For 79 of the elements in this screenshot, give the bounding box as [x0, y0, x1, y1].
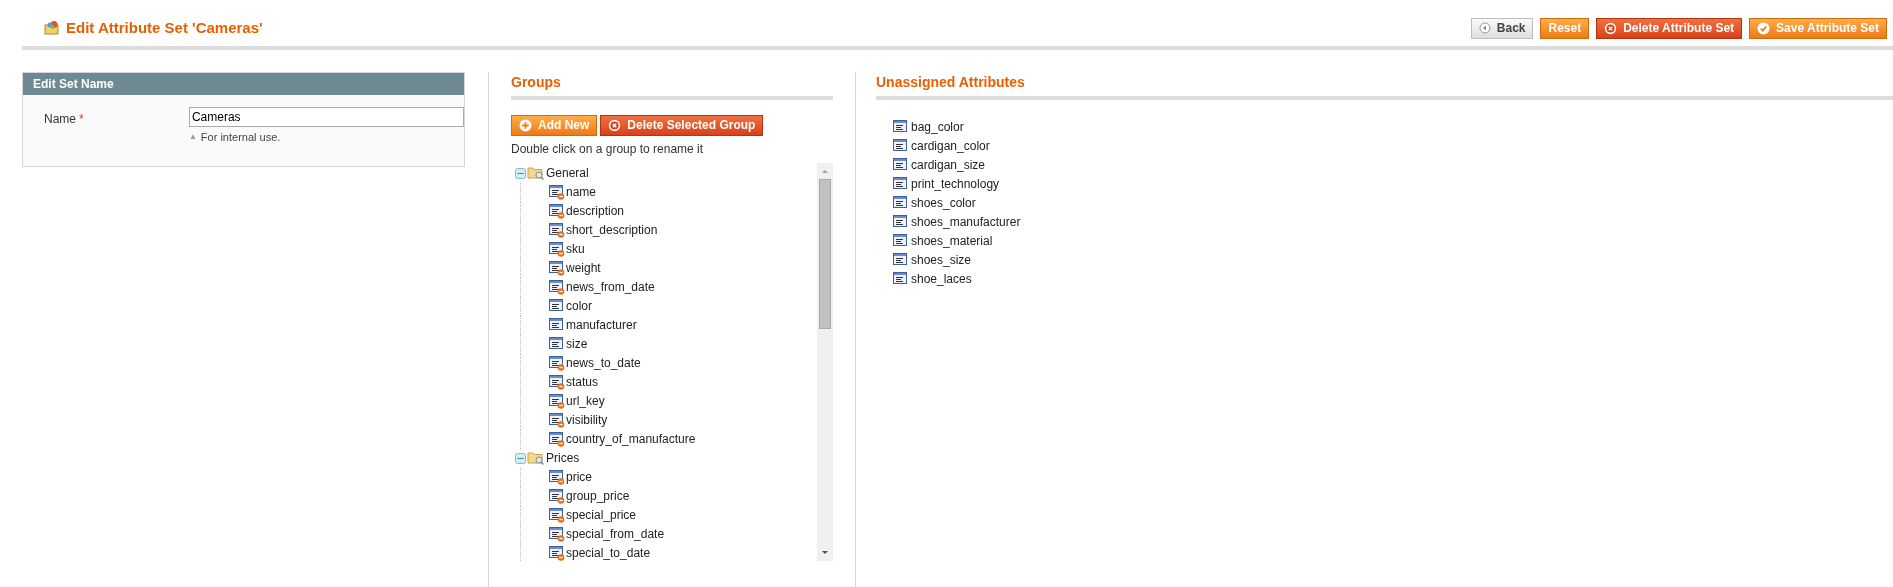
locked-attribute-icon [549, 545, 565, 561]
unassigned-attribute[interactable]: shoes_manufacturer [893, 212, 1893, 232]
back-button[interactable]: Back [1470, 17, 1534, 39]
folder-icon [527, 165, 545, 181]
plus-icon [519, 118, 532, 132]
unassigned-attribute[interactable]: cardigan_size [893, 155, 1893, 175]
locked-attribute-icon [549, 222, 565, 238]
unassigned-attribute[interactable]: shoe_laces [893, 269, 1893, 289]
delete-button[interactable]: Delete Attribute Set [1596, 17, 1743, 39]
groups-heading: Groups [511, 71, 833, 100]
locked-attribute-icon [549, 374, 565, 390]
unassigned-heading: Unassigned Attributes [876, 71, 1893, 100]
delete-icon [1604, 21, 1618, 35]
field-note: For internal use. [200, 129, 281, 145]
field-label: Name [44, 110, 76, 128]
attribute-node[interactable]: name [520, 182, 817, 202]
attribute-node[interactable]: news_from_date [520, 277, 817, 297]
page-title: Edit Attribute Set 'Cameras' [66, 18, 263, 38]
scroll-thumb[interactable] [819, 178, 831, 329]
locked-attribute-icon [549, 260, 565, 276]
attribute-node[interactable]: price [520, 467, 817, 487]
attribute-icon [893, 157, 909, 173]
attribute-node[interactable]: weight [520, 258, 817, 278]
attribute-node[interactable]: status [520, 372, 817, 392]
name-field[interactable]: Cameras [188, 106, 464, 127]
locked-attribute-icon [549, 184, 565, 200]
locked-attribute-icon [549, 393, 565, 409]
attribute-node[interactable]: short_description [520, 220, 817, 240]
note-icon: ▲ [188, 130, 197, 143]
locked-attribute-icon [549, 488, 565, 504]
scrollbar[interactable] [817, 162, 833, 561]
attribute-icon [893, 214, 909, 230]
attribute-node[interactable]: sku [520, 239, 817, 259]
attribute-node[interactable]: news_to_date [520, 353, 817, 373]
locked-attribute-icon [549, 526, 565, 542]
attribute-icon [893, 138, 909, 154]
attribute-icon [549, 336, 565, 352]
attribute-icon [549, 317, 565, 333]
attribute-node[interactable]: special_price [520, 505, 817, 525]
delete-icon [608, 118, 622, 132]
locked-attribute-icon [549, 203, 565, 219]
attribute-set-icon [44, 20, 60, 37]
tree-group[interactable]: General [515, 163, 817, 183]
locked-attribute-icon [549, 469, 565, 485]
unassigned-attribute[interactable]: shoes_color [893, 193, 1893, 213]
unassigned-attribute[interactable]: shoes_size [893, 250, 1893, 270]
attribute-node[interactable]: group_price [520, 486, 817, 506]
delete-button[interactable]: Delete Selected Group [600, 114, 764, 136]
attribute-node[interactable]: url_key [520, 391, 817, 411]
attribute-node[interactable]: country_of_manufacture [520, 429, 817, 449]
attribute-node[interactable]: description [520, 201, 817, 221]
unassigned-attribute[interactable]: shoes_material [893, 231, 1893, 251]
attribute-node[interactable]: special_to_date [520, 543, 817, 561]
locked-attribute-icon [549, 431, 565, 447]
locked-attribute-icon [549, 241, 565, 257]
tree-group[interactable]: Prices [515, 448, 817, 468]
unassigned-attribute[interactable]: print_technology [893, 174, 1893, 194]
attribute-icon [893, 119, 909, 135]
locked-attribute-icon [549, 412, 565, 428]
hint-text: Double click on a group to rename it [511, 140, 705, 158]
collapse-icon[interactable] [515, 452, 526, 464]
attribute-node[interactable]: visibility [520, 410, 817, 430]
attribute-icon [893, 233, 909, 249]
attribute-icon [893, 176, 909, 192]
unassigned-attribute[interactable]: cardigan_color [893, 136, 1893, 156]
unassigned-attribute[interactable]: bag_color [893, 117, 1893, 137]
locked-attribute-icon [549, 355, 565, 371]
attribute-icon [893, 271, 909, 287]
attribute-icon [893, 252, 909, 268]
folder-icon [527, 450, 545, 466]
attribute-node[interactable]: special_from_date [520, 524, 817, 544]
panel-header: Edit Set Name [23, 72, 464, 95]
locked-attribute-icon [549, 279, 565, 295]
collapse-icon[interactable] [515, 167, 526, 179]
required-mark: * [79, 110, 84, 128]
check-icon [1757, 21, 1771, 35]
attribute-icon [549, 298, 565, 314]
locked-attribute-icon [549, 507, 565, 523]
attribute-icon [893, 195, 909, 211]
